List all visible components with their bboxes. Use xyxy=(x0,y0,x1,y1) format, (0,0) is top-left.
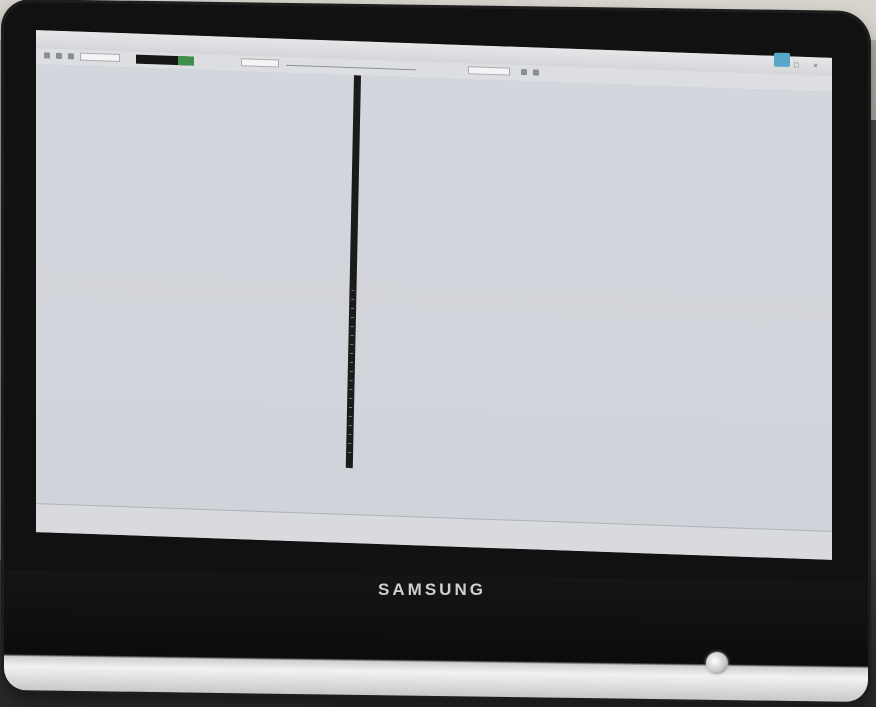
monitor-brand-logo: SAMSUNG xyxy=(378,580,486,599)
time-display xyxy=(136,54,194,66)
toolbar-icon[interactable] xyxy=(56,52,62,59)
screen: − □ × xyxy=(36,30,832,560)
power-button[interactable] xyxy=(706,652,728,674)
corner-widget-icon[interactable] xyxy=(774,52,790,67)
toolbar-icon[interactable] xyxy=(68,53,74,60)
3d-viewport[interactable] xyxy=(36,64,832,532)
toolbar-field[interactable] xyxy=(241,58,279,68)
vertical-structure xyxy=(345,75,361,469)
structure-markers xyxy=(347,290,355,461)
toolbar-icon[interactable] xyxy=(533,69,539,76)
toolbar-field[interactable] xyxy=(468,66,510,76)
time-slider[interactable] xyxy=(286,64,416,71)
toolbar-icon[interactable] xyxy=(44,52,50,59)
toolbar-icon[interactable] xyxy=(521,69,527,76)
toolbar-field[interactable] xyxy=(80,52,120,63)
time-value xyxy=(178,56,194,66)
menu-bar[interactable] xyxy=(54,31,70,32)
